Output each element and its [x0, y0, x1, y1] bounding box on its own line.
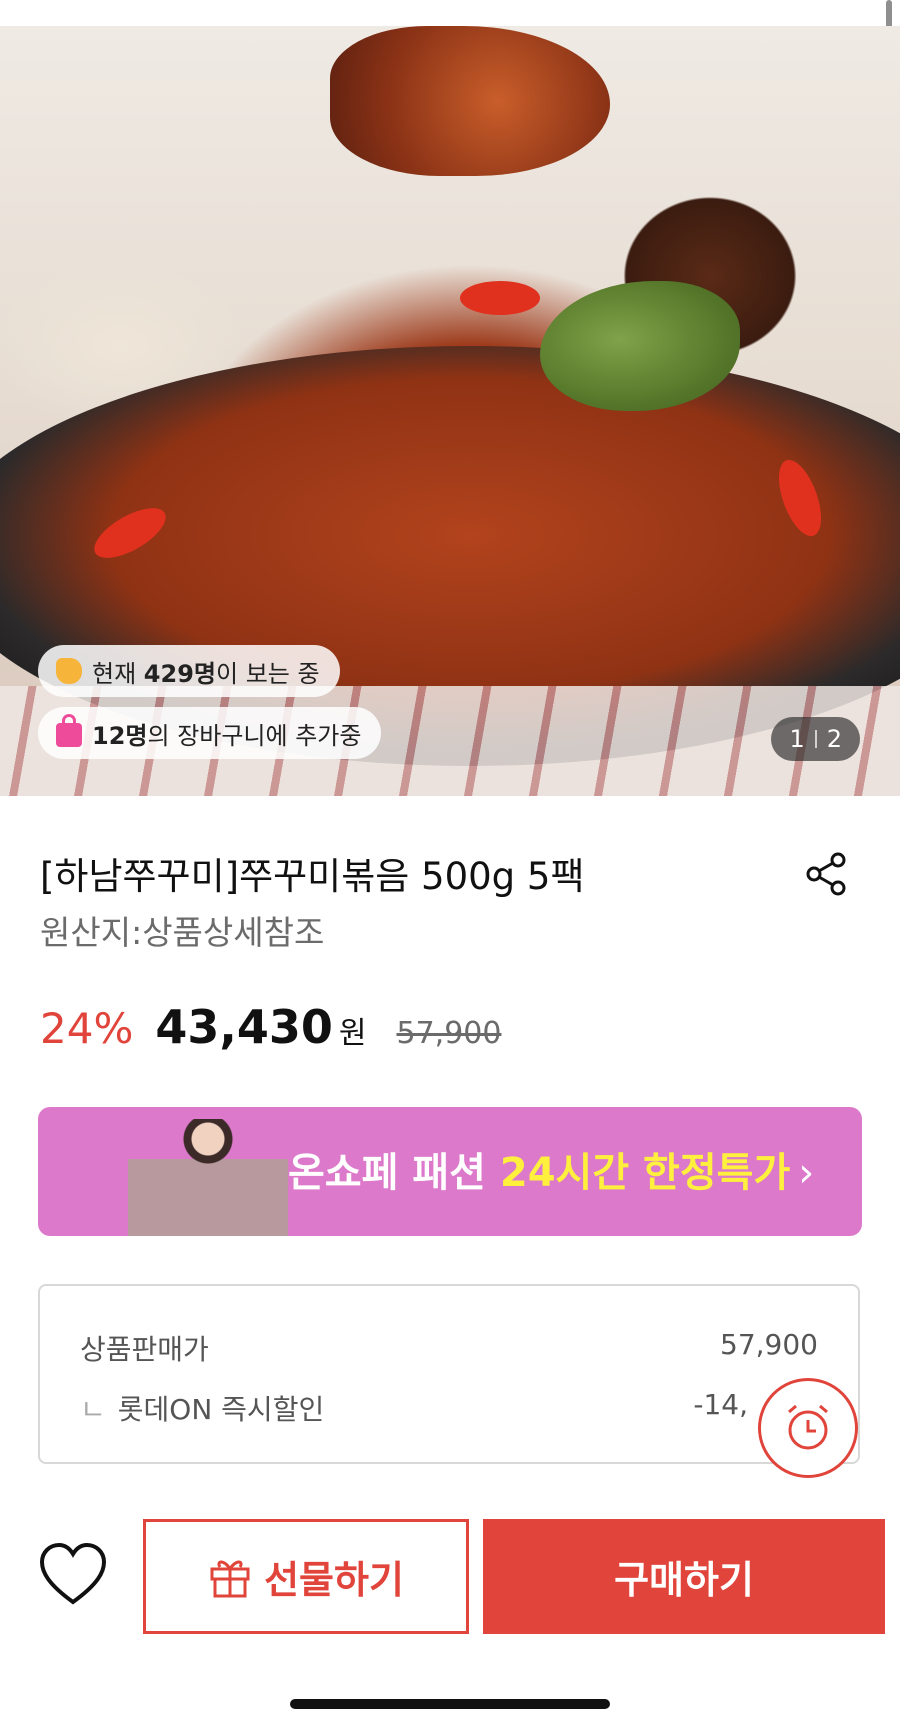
gift-icon [210, 1560, 250, 1597]
share-icon[interactable] [802, 850, 850, 898]
banner-model-image [128, 1119, 288, 1236]
image-total: 2 [826, 725, 842, 753]
banner-text-highlight: 24시간 한정특가 [499, 1150, 791, 1196]
buy-button-label: 구매하기 [614, 1558, 754, 1602]
price-label: 롯데ON 즉시할인 [117, 1393, 325, 1426]
alarm-clock-icon [788, 1404, 828, 1450]
hand-icon [56, 658, 82, 684]
viewers-badge: 현재 429명이 보는 중 [38, 645, 340, 697]
viewers-prefix: 현재 [92, 659, 144, 688]
buy-button[interactable]: 구매하기 [483, 1519, 885, 1634]
indent-marker: ㄴ [80, 1393, 106, 1426]
discount-rate: 24% [40, 1004, 134, 1053]
chili-slice [460, 281, 540, 315]
viewers-count: 429명 [143, 659, 216, 688]
chevron-right-icon: › [798, 1150, 815, 1196]
promo-banner[interactable]: 온쇼페 패션 24시간 한정특가 › [38, 1107, 862, 1236]
gift-button[interactable]: 선물하기 [143, 1519, 469, 1634]
product-title: [하남쭈꾸미]쭈꾸미볶음 500g 5팩 [40, 855, 585, 898]
cart-count: 12명 [92, 721, 148, 750]
banner-text: 온쇼페 패션 24시간 한정특가 › [288, 1140, 814, 1198]
banner-text-prefix: 온쇼페 패션 [288, 1150, 500, 1196]
original-price: 57,900 [396, 1016, 502, 1051]
viewers-suffix: 이 보는 중 [215, 659, 320, 688]
price-breakdown-box: 상품판매가 57,900 ㄴ 롯데ON 즉시할인 -14, [38, 1284, 860, 1464]
image-counter: 1 2 [771, 717, 860, 761]
counter-divider [814, 730, 817, 748]
price-label: 상품판매가 [80, 1333, 209, 1366]
cart-suffix: 의 장바구니에 추가중 [147, 721, 362, 750]
home-indicator[interactable] [290, 1699, 610, 1709]
heart-icon[interactable] [38, 1540, 108, 1610]
octopus-piece [330, 26, 610, 176]
cart-badge: 12명의 장바구니에 추가중 [38, 707, 382, 759]
image-index: 1 [789, 725, 805, 753]
price-value: -14, [693, 1388, 748, 1421]
price-row-discount: ㄴ 롯데ON 즉시할인 -14, [80, 1388, 818, 1428]
alarm-button[interactable] [758, 1378, 858, 1478]
currency-unit: 원 [338, 1016, 367, 1051]
price-value: 57,900 [720, 1328, 818, 1361]
gift-button-label: 선물하기 [264, 1558, 404, 1602]
price-row: 24% 43,430 원 57,900 [40, 1000, 501, 1054]
sale-price: 43,430 [155, 1000, 333, 1054]
product-origin: 원산지:상품상세참조 [40, 913, 325, 952]
price-row-sale: 상품판매가 57,900 [80, 1328, 818, 1368]
bag-icon [56, 714, 82, 747]
